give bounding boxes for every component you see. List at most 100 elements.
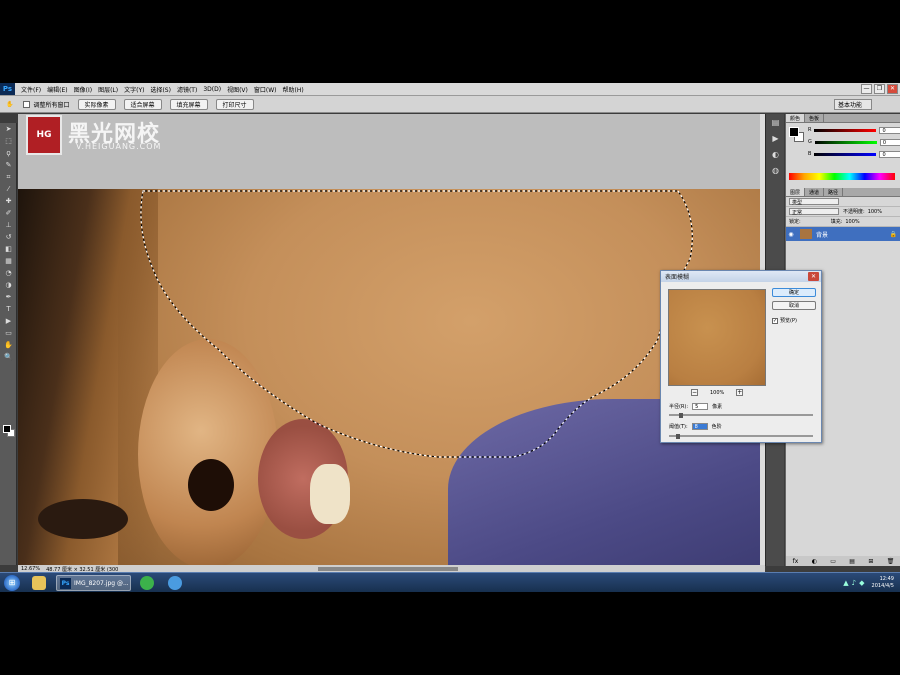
healing-tool-icon[interactable]: ✚ [2,196,15,207]
menu-type[interactable]: 文字(Y) [124,85,144,94]
horizontal-scrollbar[interactable] [318,567,458,571]
fill-screen-button[interactable]: 填充屏幕 [169,98,208,110]
tab-channels[interactable]: 通道 [805,188,825,196]
dialog-close-button[interactable]: ✕ [808,272,819,281]
menu-view[interactable]: 视图(V) [227,85,248,94]
radius-slider[interactable] [669,414,813,416]
color-spectrum-bar[interactable] [789,173,895,180]
radius-label: 半径(R): [669,404,689,410]
adjustment-layer-icon[interactable]: ◐ [812,558,817,565]
menu-file[interactable]: 文件(F) [21,85,41,94]
hand-tool-icon[interactable]: ✋ [2,340,15,351]
actual-pixels-button[interactable]: 实际像素 [77,98,116,110]
quick-select-tool-icon[interactable]: ✎ [2,160,15,171]
radius-input[interactable]: 5 [692,403,709,410]
radius-slider-thumb[interactable] [679,413,683,418]
link-layers-icon[interactable]: fx [793,558,799,565]
threshold-slider[interactable] [669,435,813,437]
tab-swatches[interactable]: 色板 [805,114,825,122]
eyedropper-tool-icon[interactable]: ⁄ [2,184,15,195]
blur-tool-icon[interactable]: ◔ [2,268,15,279]
radius-row: 半径(R): 5 像素 [669,403,722,410]
menu-filter[interactable]: 滤镜(T) [177,85,197,94]
fill-value[interactable]: 100% [845,219,859,225]
menu-window[interactable]: 窗口(W) [254,85,277,94]
minimize-button[interactable]: — [861,84,872,94]
zoom-out-button[interactable]: − [691,389,698,396]
move-tool-icon[interactable]: ➤ [2,124,15,135]
restore-button[interactable]: ❐ [874,84,885,94]
start-button-icon[interactable]: ⊞ [4,575,20,591]
scroll-all-windows-checkbox[interactable] [23,100,31,108]
menu-select[interactable]: 选择(S) [150,85,171,94]
history-brush-icon[interactable]: ↺ [2,232,15,243]
history-panel-icon[interactable]: ▤ [769,118,782,130]
menu-image[interactable]: 图像(I) [74,85,92,94]
eye-icon[interactable]: ◉ [786,231,796,238]
tray-network-icon[interactable]: ▲ [843,579,848,587]
new-layer-icon[interactable]: ⊞ [868,558,873,565]
lasso-tool-icon[interactable]: ϙ [2,148,15,159]
document-canvas[interactable]: HG 黑光网校 V.HEIGUANG.COM [18,114,765,566]
foreground-color-swatch[interactable] [3,425,11,433]
brush-tool-icon[interactable]: ✐ [2,208,15,219]
app-taskbar-item[interactable] [140,575,154,591]
tab-color[interactable]: 颜色 [786,114,806,122]
zoom-tool-icon[interactable]: 🔍 [2,352,15,363]
new-group-icon[interactable]: ▤ [849,558,855,565]
photoshop-taskbar-item[interactable]: Ps IMG_8207.jpg @... [56,575,131,591]
type-tool-icon[interactable]: T [2,304,15,315]
gradient-tool-icon[interactable]: ▦ [2,256,15,267]
threshold-input[interactable]: 8 [691,423,708,430]
menu-layer[interactable]: 图层(L) [98,85,118,94]
print-size-button[interactable]: 打印尺寸 [215,98,254,110]
shape-tool-icon[interactable]: ▭ [2,328,15,339]
panel-foreground-swatch[interactable] [789,127,799,137]
stamp-tool-icon[interactable]: ⊥ [2,220,15,231]
layer-kind-select[interactable]: 类型 [789,198,839,206]
tray-shield-icon[interactable]: ◆ [859,579,864,587]
fit-screen-button[interactable]: 适合屏幕 [123,98,162,110]
photoshop-taskbar-label: IMG_8207.jpg @... [74,579,129,587]
menu-help[interactable]: 帮助(H) [283,85,304,94]
tools-panel: ➤ ⬚ ϙ ✎ ⌗ ⁄ ✚ ✐ ⊥ ↺ ◧ ▦ ◔ ◑ ✒ T ▶ ▭ ✋ 🔍 [0,123,17,565]
menu-edit[interactable]: 编辑(E) [47,85,67,94]
delete-layer-icon[interactable]: 🗑 [887,558,895,565]
green-slider[interactable] [814,140,877,144]
tray-volume-icon[interactable]: ♪ [852,579,856,587]
adjustments-panel-icon[interactable]: ◐ [769,150,782,162]
red-slider[interactable] [814,128,877,132]
blue-slider[interactable] [814,152,877,156]
browser-taskbar-item[interactable] [168,575,182,591]
preview-checkbox[interactable]: ✓ [772,317,778,324]
dialog-preview-image[interactable] [668,289,766,386]
red-value-input[interactable]: 0 [879,126,900,134]
layer-filter-row: 类型 [786,197,900,207]
explorer-taskbar-item[interactable] [32,575,46,591]
workspace-switcher[interactable]: 基本功能 [834,99,872,110]
green-value-input[interactable]: 0 [879,138,900,146]
opacity-value[interactable]: 100% [868,209,882,215]
tab-layers[interactable]: 图层 [786,188,806,196]
blue-value-input[interactable]: 0 [879,150,900,158]
menu-bar: Ps 文件(F) 编辑(E) 图像(I) 图层(L) 文字(Y) 选择(S) 滤… [0,83,900,96]
layer-row-background[interactable]: ◉ 背景 🔒 [786,227,900,241]
eraser-tool-icon[interactable]: ◧ [2,244,15,255]
actions-panel-icon[interactable]: ▶ [769,134,782,146]
menu-3d[interactable]: 3D(D) [203,86,221,93]
tab-paths[interactable]: 路径 [824,188,844,196]
close-button[interactable]: ✕ [887,84,898,94]
blend-mode-select[interactable]: 正常 [789,208,839,216]
ok-button[interactable]: 确定 [772,288,816,297]
pen-tool-icon[interactable]: ✒ [2,292,15,303]
crop-tool-icon[interactable]: ⌗ [2,172,15,183]
styles-panel-icon[interactable]: ◍ [769,166,782,178]
dodge-tool-icon[interactable]: ◑ [2,280,15,291]
cancel-button[interactable]: 取消 [772,301,816,310]
marquee-tool-icon[interactable]: ⬚ [2,136,15,147]
layer-mask-icon[interactable]: ▭ [830,558,836,565]
path-select-tool-icon[interactable]: ▶ [2,316,15,327]
zoom-in-button[interactable]: + [736,389,744,396]
threshold-slider-thumb[interactable] [676,434,680,439]
system-clock[interactable]: 12:49 2014/4/5 [872,576,894,590]
